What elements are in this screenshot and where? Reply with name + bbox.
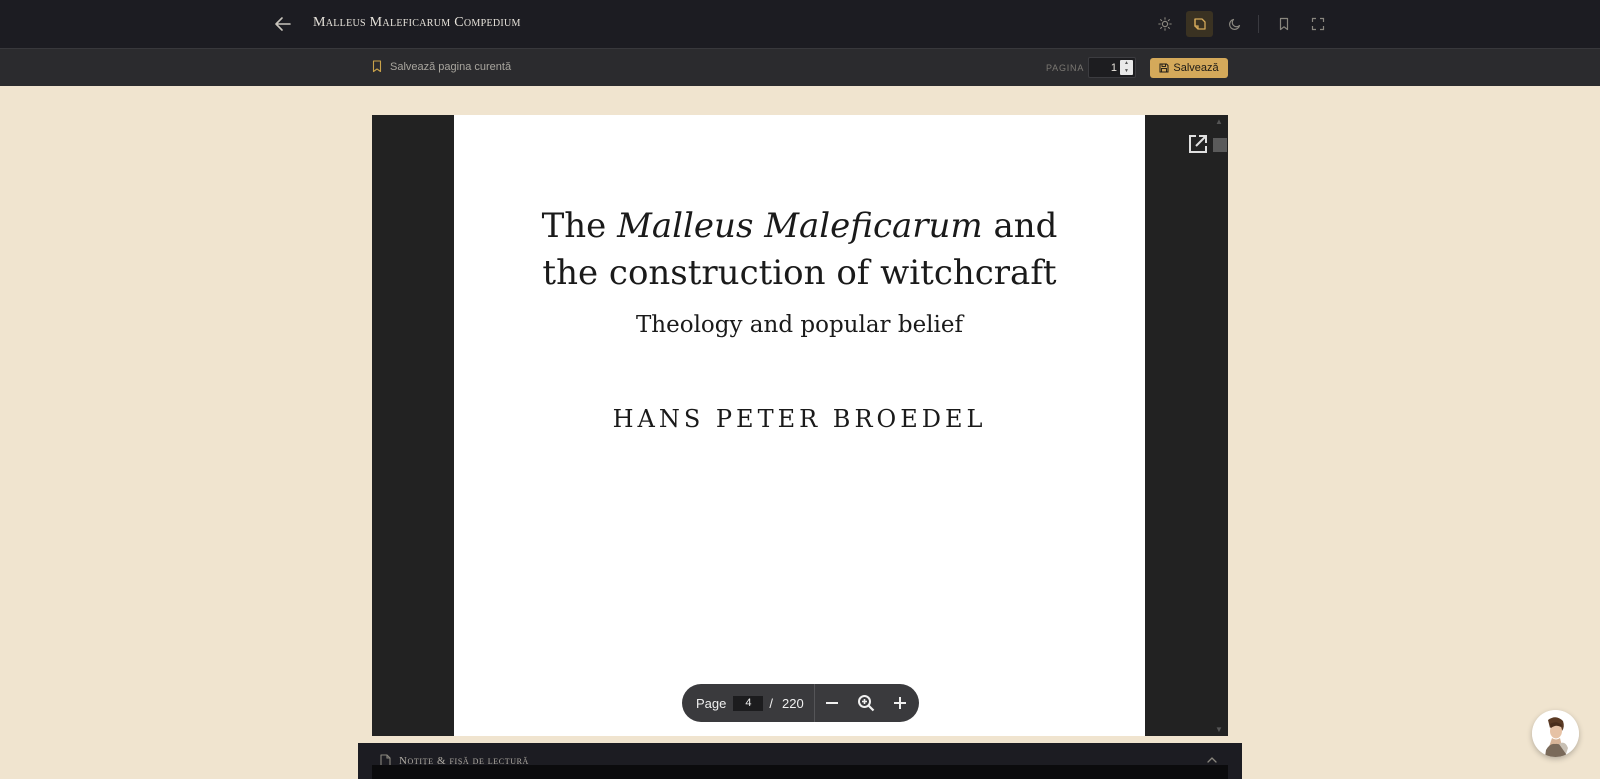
moon-icon xyxy=(1228,18,1240,30)
bookmark-icon xyxy=(1279,17,1288,31)
notes-content xyxy=(372,765,1228,779)
arrow-left-icon xyxy=(275,17,291,31)
back-button[interactable] xyxy=(272,14,294,34)
top-bar: Malleus Maleficarum Compedium xyxy=(0,0,1600,48)
title-suffix: and xyxy=(982,206,1058,246)
toolbar-divider xyxy=(1258,15,1259,33)
page-nav-separator: / xyxy=(769,695,773,711)
bookmark-button[interactable] xyxy=(1270,11,1297,37)
floppy-disk-icon xyxy=(1159,63,1169,73)
light-mode-button[interactable] xyxy=(1151,11,1178,37)
plus-icon xyxy=(893,697,906,709)
stepper-up-icon[interactable]: ▲ xyxy=(1124,61,1129,66)
zoom-in-button[interactable] xyxy=(883,684,917,722)
assistant-portrait-icon xyxy=(1532,710,1579,757)
open-external-icon xyxy=(1189,135,1207,153)
save-current-page-link[interactable]: Salvează pagina curentă xyxy=(372,60,511,73)
scrollbar-thumb[interactable] xyxy=(1213,138,1227,152)
page-stepper[interactable]: ▲ ▼ xyxy=(1120,60,1133,75)
pdf-page: The Malleus Maleficarum and the construc… xyxy=(454,115,1145,736)
save-button-label: Salvează xyxy=(1173,62,1219,74)
document-title-line-1: The Malleus Maleficarum and xyxy=(454,203,1145,250)
page-number-field: ▲ ▼ xyxy=(1088,57,1136,78)
document-author: HANS PETER BROEDEL xyxy=(612,405,987,433)
save-button[interactable]: Salvează xyxy=(1150,58,1228,78)
fullscreen-button[interactable] xyxy=(1304,11,1331,37)
app-title: Malleus Maleficarum Compedium xyxy=(313,15,521,30)
minus-icon xyxy=(825,702,838,704)
assistant-avatar[interactable] xyxy=(1532,710,1579,757)
page-label: PAGINA xyxy=(1046,63,1085,73)
bookmark-icon xyxy=(372,60,382,73)
sepia-mode-button[interactable] xyxy=(1186,11,1213,37)
title-prefix: The xyxy=(541,206,618,246)
fullscreen-icon xyxy=(1311,17,1324,31)
scrollbar[interactable]: ▲ ▼ xyxy=(1212,115,1228,736)
open-external-button[interactable] xyxy=(1187,133,1209,155)
book-reader-icon xyxy=(1193,18,1206,30)
chevron-up-icon[interactable] xyxy=(1206,756,1218,764)
zoom-out-button[interactable] xyxy=(815,684,849,722)
document-subtitle: Theology and popular belief xyxy=(635,312,964,338)
pdf-viewer: The Malleus Maleficarum and the construc… xyxy=(372,115,1228,736)
scroll-up-icon[interactable]: ▲ xyxy=(1215,117,1223,126)
page-toolbar: Salvează pagina curentă PAGINA ▲ ▼ Salve… xyxy=(0,48,1600,86)
zoom-icon xyxy=(857,695,874,712)
page-nav-label: Page xyxy=(696,695,727,711)
notes-panel: Notițe & fișă de lectură xyxy=(358,743,1242,779)
sun-icon xyxy=(1157,17,1172,31)
document-title-line-2: the construction of witchcraft xyxy=(542,253,1057,293)
title-italic: Malleus Maleficarum xyxy=(617,206,983,246)
page-nav-total: 220 xyxy=(782,695,804,711)
document-title: The Malleus Maleficarum and the construc… xyxy=(454,203,1145,297)
page-number-input[interactable] xyxy=(1089,58,1121,78)
save-current-page-label: Salvează pagina curentă xyxy=(390,60,512,73)
stepper-down-icon[interactable]: ▼ xyxy=(1124,68,1129,74)
dark-mode-button[interactable] xyxy=(1221,11,1248,37)
page-nav-input[interactable] xyxy=(733,695,764,711)
zoom-reset-button[interactable] xyxy=(849,684,883,722)
page-navigation: Page / 220 xyxy=(682,684,919,722)
scroll-down-icon[interactable]: ▼ xyxy=(1215,725,1223,734)
